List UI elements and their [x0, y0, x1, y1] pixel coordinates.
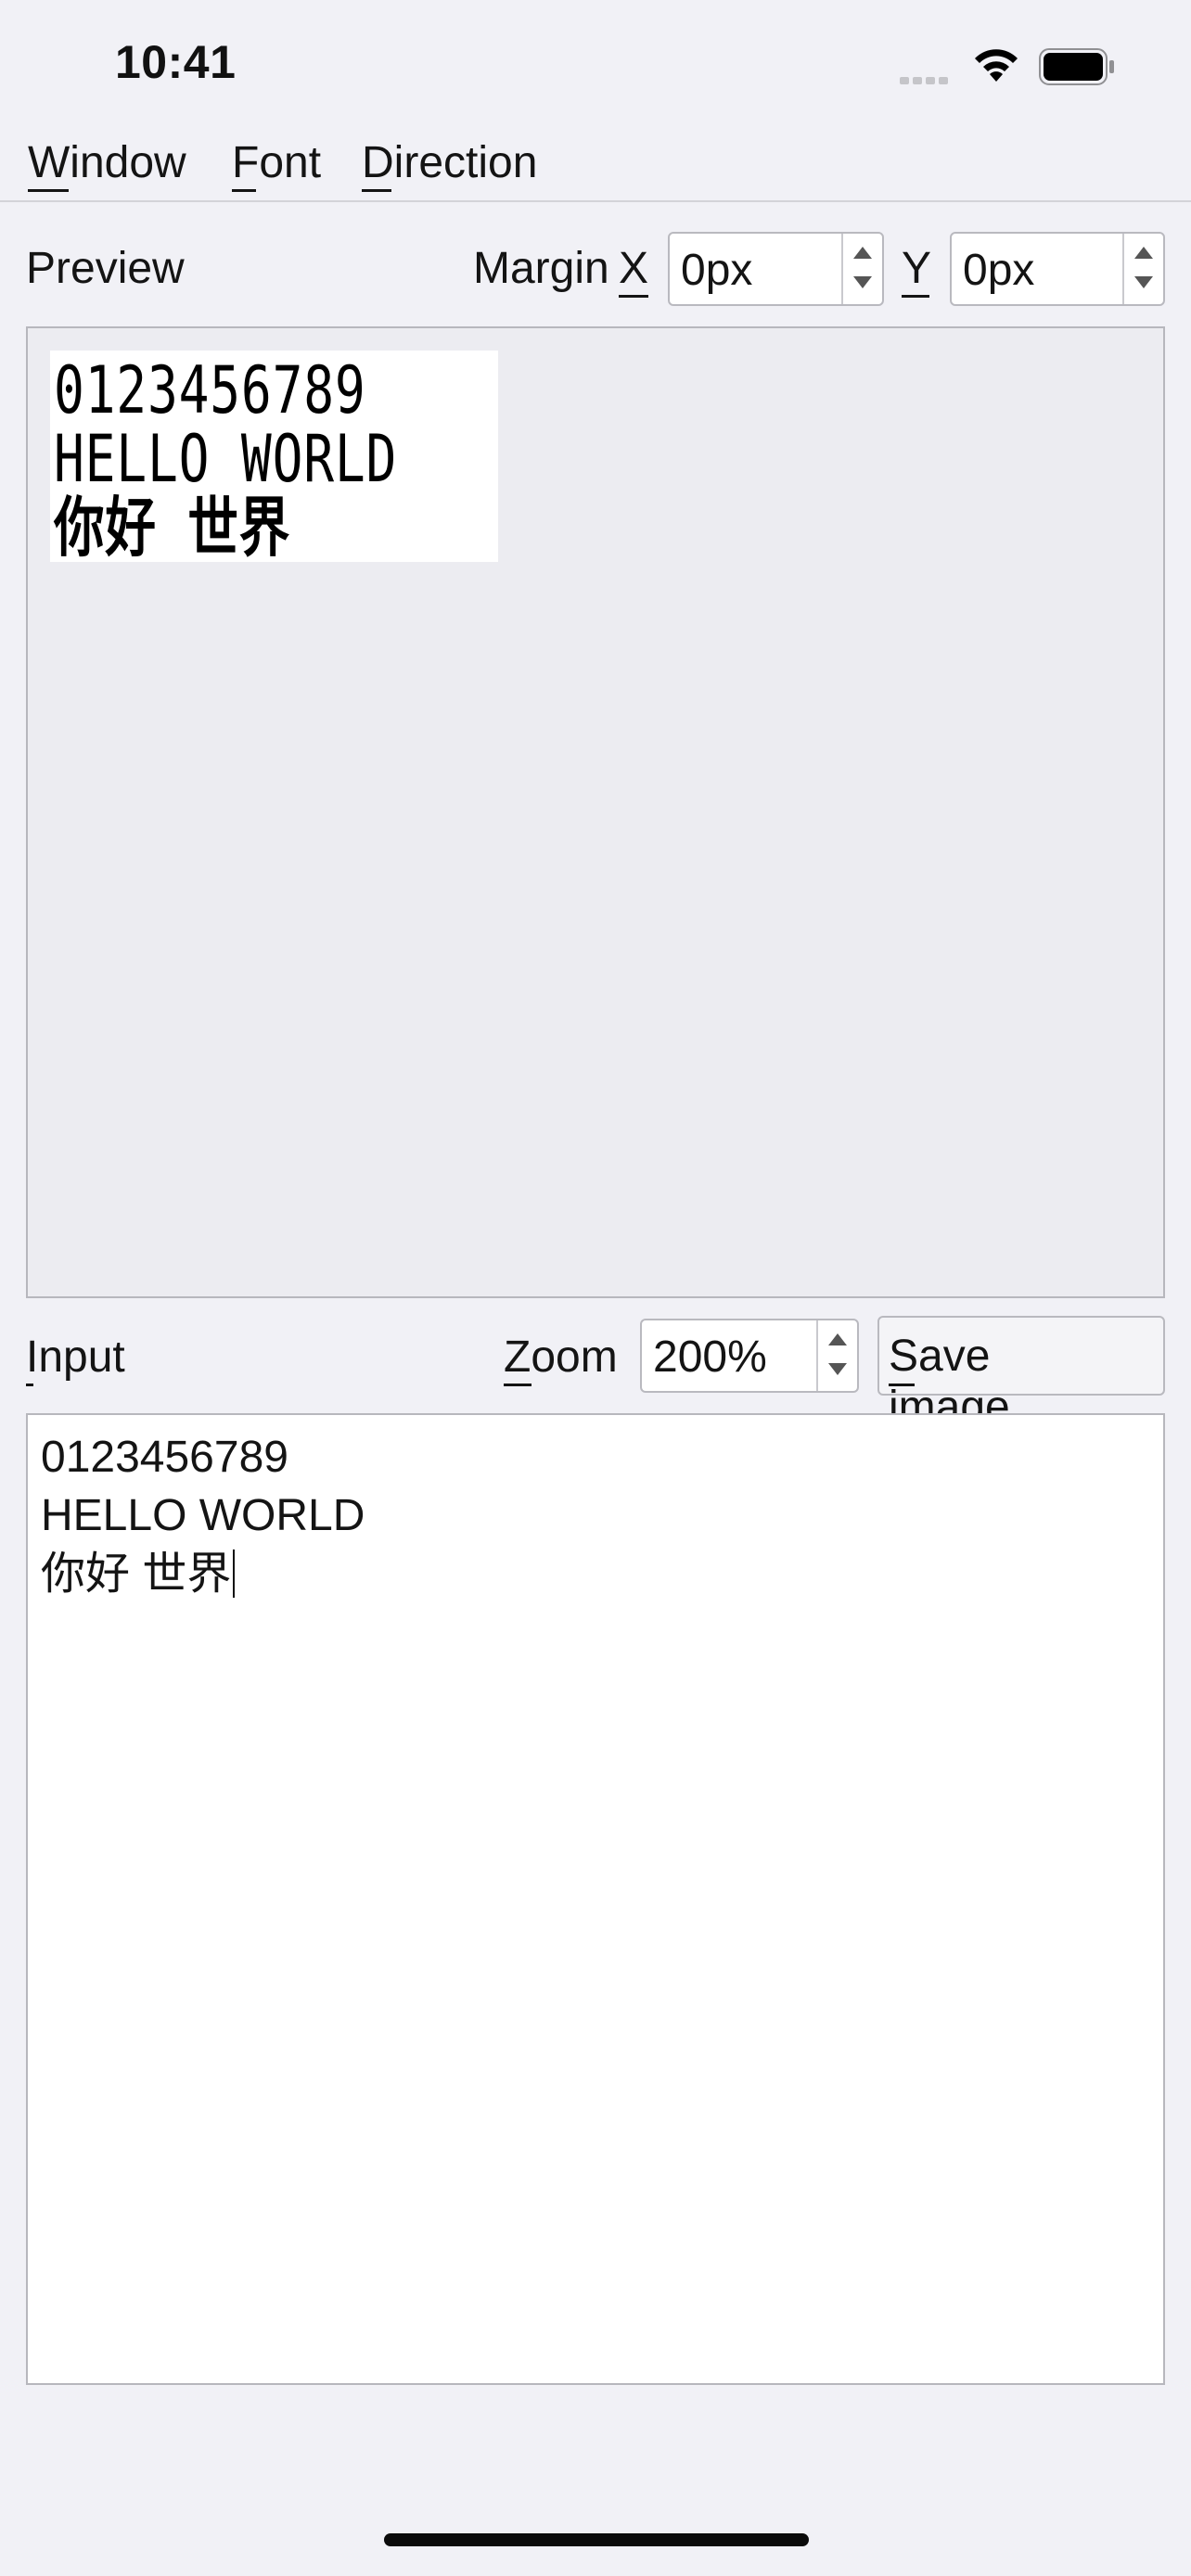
arrow-down-icon[interactable]	[828, 1363, 847, 1375]
preview-rendered-image: 0123456789 HELLO WORLD 你好 世界	[50, 351, 498, 562]
zoom-value: 200%	[653, 1333, 767, 1382]
preview-line: 你好 世界	[54, 490, 291, 566]
margin-x-spinbox[interactable]: 0px	[668, 232, 884, 306]
arrow-up-icon[interactable]	[1134, 247, 1153, 259]
zoom-label: Zoom	[504, 1333, 618, 1382]
menu-direction-label: Direction	[362, 138, 538, 187]
preview-title: Preview	[26, 244, 185, 293]
zoom-spinbox[interactable]: 200%	[640, 1319, 859, 1393]
input-line: 你好 世界	[41, 1549, 232, 1599]
cellular-signal-icon	[900, 72, 952, 89]
arrow-down-icon[interactable]	[853, 276, 872, 288]
menu-direction[interactable]: Direction	[362, 137, 538, 192]
margin-x-value: 0px	[681, 246, 753, 295]
mnemonic-underline	[26, 1384, 33, 1386]
mnemonic-underline	[504, 1384, 531, 1386]
zoom-stepper[interactable]	[816, 1320, 857, 1391]
mnemonic-underline	[902, 295, 929, 298]
input-line: HELLO WORLD	[41, 1491, 365, 1540]
mnemonic-underline	[28, 189, 69, 192]
margin-y-value: 0px	[963, 246, 1035, 295]
margin-y-spinbox[interactable]: 0px	[950, 232, 1165, 306]
arrow-up-icon[interactable]	[853, 247, 872, 259]
menu-font[interactable]: Font	[232, 137, 322, 192]
arrow-up-icon[interactable]	[828, 1333, 847, 1345]
margin-x-label: X	[619, 244, 649, 293]
input-line: 0123456789	[41, 1433, 288, 1482]
save-image-button[interactable]: Save image...	[877, 1316, 1165, 1432]
menu-bar: Window Font Direction	[0, 130, 1191, 202]
input-line-last: 你好 世界	[41, 1545, 1150, 1603]
menu-font-label: Font	[232, 138, 322, 187]
status-bar: 10:41	[0, 0, 1191, 111]
menu-window-label: Window	[28, 138, 186, 187]
home-indicator[interactable]	[384, 2533, 809, 2546]
margin-label: Margin	[473, 244, 609, 293]
mnemonic-underline	[889, 1384, 915, 1386]
mnemonic-underline	[232, 189, 256, 192]
margin-y-stepper[interactable]	[1122, 234, 1163, 304]
mnemonic-underline	[362, 189, 391, 192]
mnemonic-underline	[619, 295, 648, 298]
margin-y-label: Y	[902, 244, 932, 293]
preview-line: HELLO WORLD	[54, 421, 398, 497]
text-caret	[233, 1549, 236, 1598]
wifi-icon	[972, 46, 1020, 88]
status-time: 10:41	[115, 36, 237, 88]
margin-x-stepper[interactable]	[841, 234, 882, 304]
input-textarea[interactable]: 0123456789 HELLO WORLD 你好 世界	[26, 1413, 1165, 2385]
input-title: Input	[26, 1333, 125, 1382]
battery-icon	[1039, 48, 1115, 90]
menu-window[interactable]: Window	[28, 137, 186, 192]
preview-line: 0123456789	[54, 352, 366, 428]
preview-pane: 0123456789 HELLO WORLD 你好 世界	[26, 326, 1165, 1298]
arrow-down-icon[interactable]	[1134, 276, 1153, 288]
